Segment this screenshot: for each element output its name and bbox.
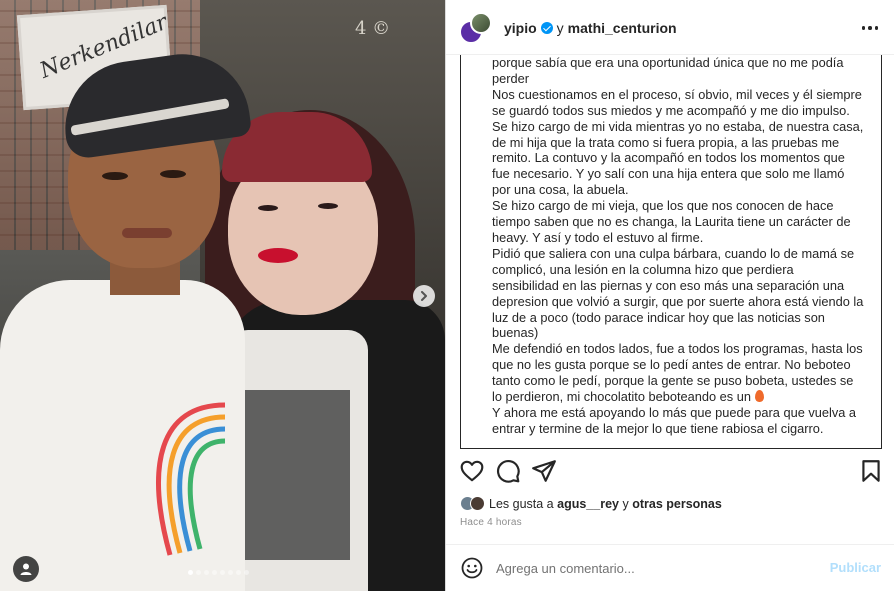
avatar	[470, 496, 485, 511]
woman-eye-left	[258, 205, 278, 211]
fire-emoji-icon	[754, 390, 764, 403]
smiley-icon[interactable]	[460, 556, 484, 580]
more-dots-icon	[874, 26, 879, 30]
post-caption: porque sabía que era una oportunidad úni…	[492, 55, 864, 437]
post-authors: yipio y mathi_centurion	[504, 20, 677, 36]
carousel-dot	[220, 570, 225, 575]
carousel-dot	[212, 570, 217, 575]
chevron-right-icon	[421, 291, 427, 301]
post-timestamp[interactable]: Hace 4 horas	[460, 517, 522, 528]
caption-paragraph: Pidió que saliera con una culpa bárbara,…	[492, 245, 864, 341]
likes-others-link[interactable]: otras personas	[632, 497, 722, 511]
caption-paragraph: Se hizo cargo de mi vieja, que los que n…	[492, 198, 851, 245]
caption-paragraph: Nos cuestionamos en el proceso, sí obvio…	[492, 86, 864, 198]
next-photo-button[interactable]	[413, 285, 435, 307]
more-dots-icon	[861, 26, 866, 30]
likes-text: Les gusta a agus__rey y otras personas	[489, 497, 722, 511]
comment-input[interactable]	[496, 557, 816, 579]
carousel-dot	[188, 570, 193, 575]
likes-conjunction: y	[622, 496, 629, 511]
carousel-indicator	[188, 570, 249, 575]
paper-plane-icon[interactable]	[531, 458, 557, 484]
author-avatars[interactable]	[459, 12, 493, 44]
likes-prefix: Les gusta a	[489, 496, 554, 511]
caption-paragraph: Y ahora me está apoyando lo más que pued…	[492, 404, 857, 436]
carousel-dot	[196, 570, 201, 575]
post-details-panel: yipio y mathi_centurion porque sabía que…	[445, 0, 894, 591]
likes-summary[interactable]: Les gusta a agus__rey y otras personas	[460, 496, 722, 511]
woman-lips	[258, 248, 298, 263]
publish-button[interactable]: Publicar	[830, 560, 881, 575]
post-header: yipio y mathi_centurion	[446, 0, 894, 55]
liker-username[interactable]: agus__rey	[557, 497, 619, 511]
carousel-dot	[228, 570, 233, 575]
coauthor-username[interactable]: mathi_centurion	[568, 20, 677, 36]
author-username[interactable]: yipio	[504, 20, 537, 36]
caption-text: Me defendió en todos lados, fue a todos …	[492, 341, 863, 405]
shirt-rainbow-logo	[156, 402, 226, 556]
comment-bubble-icon[interactable]	[495, 458, 521, 484]
bookmark-icon[interactable]	[858, 458, 884, 484]
carousel-dot	[244, 570, 249, 575]
carousel-dot	[204, 570, 209, 575]
more-dots-icon	[868, 26, 872, 30]
woman-shirt-print	[240, 390, 350, 560]
more-options-button[interactable]	[859, 18, 881, 38]
man-eye-right	[160, 170, 186, 178]
carousel-dot	[236, 570, 241, 575]
tagged-users-button[interactable]	[13, 556, 39, 582]
post-actions	[446, 458, 894, 488]
heart-icon[interactable]	[459, 458, 485, 484]
caption-paragraph: Me defendió en todos lados, fue a todos …	[492, 341, 864, 405]
man-eye-left	[102, 172, 128, 180]
post-photo[interactable]: Nerkendilar 4 ©	[0, 0, 445, 591]
wall-graffiti: 4 ©	[355, 18, 391, 39]
man-mouth	[122, 228, 172, 238]
user-tag-icon	[20, 563, 32, 575]
verified-badge-icon	[540, 22, 553, 34]
authors-conjunction: y	[556, 20, 564, 36]
comment-bar: Publicar	[446, 544, 894, 591]
avatar[interactable]	[470, 12, 492, 34]
caption-paragraph: porque sabía que era una oportunidad úni…	[492, 55, 844, 86]
woman-eye-right	[318, 203, 338, 209]
